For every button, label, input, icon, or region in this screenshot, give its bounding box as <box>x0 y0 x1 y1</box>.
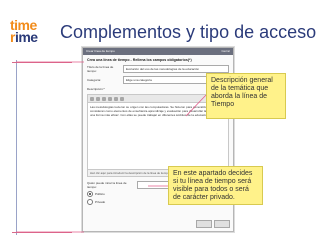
description-label: Descripción:* <box>87 87 105 91</box>
public-label: Público <box>95 192 105 196</box>
category-label: Categoría: <box>87 78 102 82</box>
link-icon[interactable] <box>114 96 118 101</box>
underline-icon[interactable] <box>102 96 106 101</box>
dialog-footer <box>196 220 230 228</box>
timeline-title-label: Título de la línea de tiempo: <box>87 65 114 73</box>
bold-icon[interactable] <box>90 96 94 101</box>
save-button[interactable] <box>214 220 230 228</box>
timeline-title-input[interactable]: Evolución del uso de las metodologías de… <box>123 65 229 73</box>
dialog-header: Crear línea de tiempo Cerrar <box>83 48 233 55</box>
cancel-button[interactable] <box>196 220 212 228</box>
logo-word-2-text: ime <box>14 29 38 45</box>
margin-tick <box>12 232 72 233</box>
margin-tick <box>12 62 72 63</box>
italic-icon[interactable] <box>96 96 100 101</box>
visibility-callout: En este apartado decides si tu línea de … <box>168 166 263 205</box>
dialog-heading: Crea una línea de tiempo - Rellena los c… <box>87 58 192 62</box>
list-icon[interactable] <box>108 96 112 101</box>
logo-word-2: rime <box>10 30 38 44</box>
left-margin-line <box>16 60 17 235</box>
description-callout: Descripción general de la temática que a… <box>206 73 286 119</box>
private-radio[interactable] <box>87 199 93 205</box>
private-label: Privado <box>95 200 106 204</box>
dialog-close-link[interactable]: Cerrar <box>221 48 230 55</box>
title-field-row: Título de la línea de tiempo: Evolución … <box>87 65 229 73</box>
dialog-title: Crear línea de tiempo <box>86 49 115 53</box>
page-title: Complementos y tipo de acceso <box>60 22 317 42</box>
visibility-label: Quién puede mirar la línea de tiempo: <box>87 181 127 189</box>
public-radio[interactable] <box>87 191 93 197</box>
time-rime-logo: time rime <box>10 18 50 48</box>
image-icon[interactable] <box>120 96 124 101</box>
